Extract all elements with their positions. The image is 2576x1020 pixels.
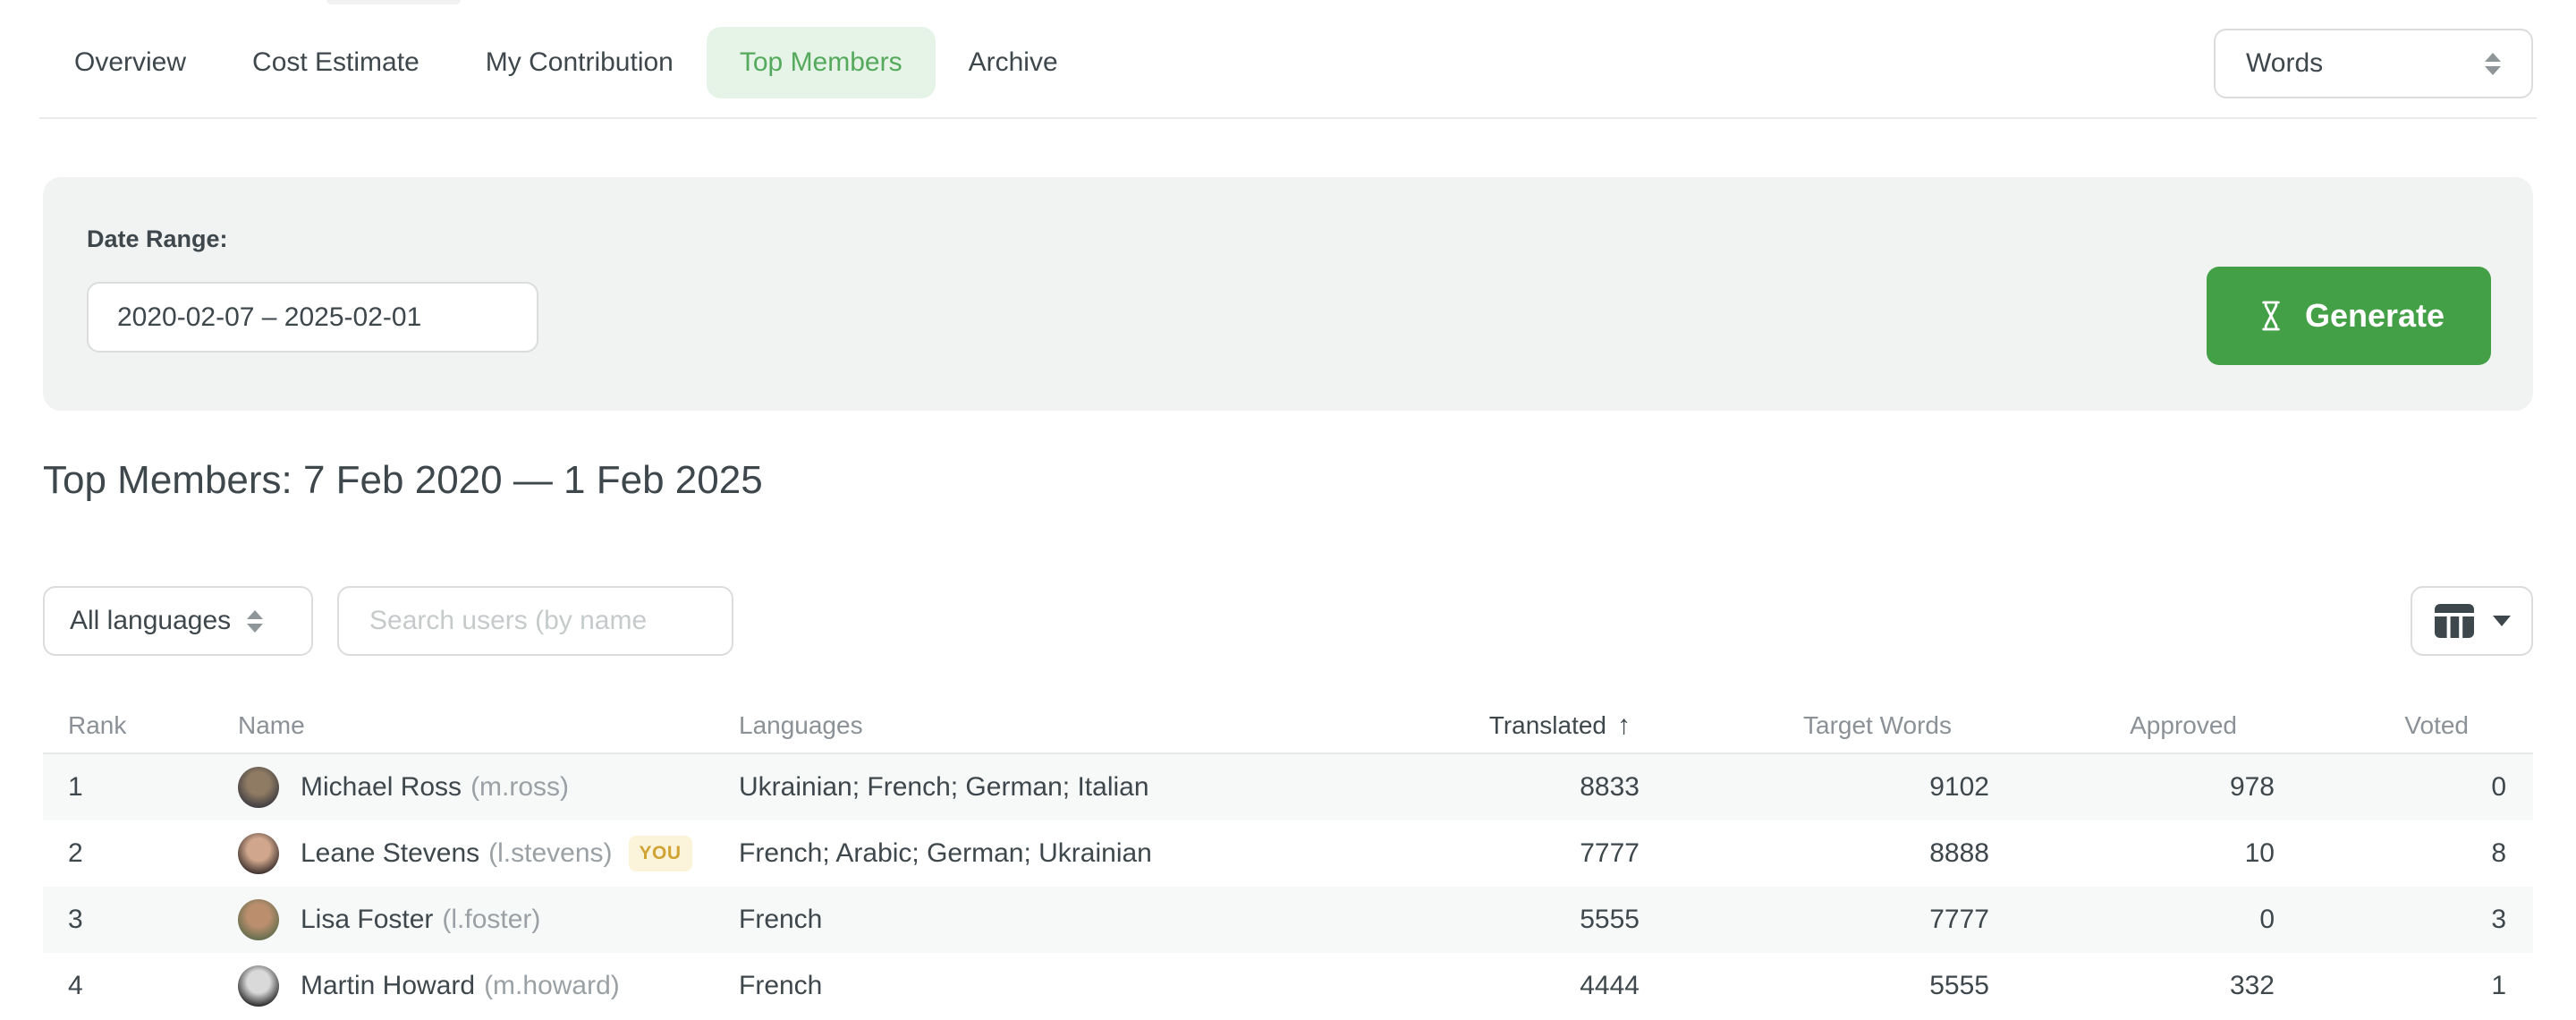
- target-words-cell: 5555: [1648, 971, 1998, 1001]
- rank-cell: 4: [43, 971, 213, 1001]
- avatar: [238, 899, 279, 940]
- translated-cell: 7777: [1261, 838, 1648, 869]
- avatar: [238, 833, 279, 874]
- table-row[interactable]: 4 Martin Howard (m.howard) French 4444 5…: [43, 953, 2533, 1019]
- languages-cell: French: [714, 971, 1261, 1001]
- approved-cell: 332: [1998, 971, 2284, 1001]
- page-title: Top Members: 7 Feb 2020 — 1 Feb 2025: [43, 458, 763, 503]
- column-header-approved[interactable]: Approved: [1998, 711, 2284, 740]
- name-cell: Michael Ross (m.ross): [213, 767, 714, 808]
- top-members-table: Rank Name Languages Translated ↑ Target …: [43, 698, 2533, 1019]
- voted-cell: 0: [2284, 772, 2533, 803]
- avatar: [238, 767, 279, 808]
- user-login: (l.foster): [442, 905, 540, 935]
- clipped-element-fragment: [326, 0, 461, 4]
- tabbar-divider: [39, 117, 2537, 119]
- user-name[interactable]: Leane Stevens: [301, 838, 479, 869]
- name-cell: Lisa Foster (l.foster): [213, 899, 714, 940]
- unit-selector-dropdown[interactable]: Words: [2214, 29, 2533, 98]
- date-range-input[interactable]: [87, 282, 538, 353]
- report-generator-panel: Date Range: Generate: [43, 177, 2533, 411]
- column-header-target-words[interactable]: Target Words: [1648, 711, 1998, 740]
- target-words-cell: 7777: [1648, 905, 1998, 935]
- tab-overview[interactable]: Overview: [41, 27, 219, 98]
- rank-cell: 3: [43, 905, 213, 935]
- voted-cell: 1: [2284, 971, 2533, 1001]
- top-members-report-page: Overview Cost Estimate My Contribution T…: [0, 0, 2576, 1020]
- tab-top-members[interactable]: Top Members: [707, 27, 936, 98]
- select-arrows-icon: [247, 610, 263, 633]
- report-tabs: Overview Cost Estimate My Contribution T…: [41, 27, 1091, 98]
- approved-cell: 10: [1998, 838, 2284, 869]
- target-words-cell: 8888: [1648, 838, 1998, 869]
- translated-cell: 8833: [1261, 772, 1648, 803]
- rank-cell: 2: [43, 838, 213, 869]
- table-row[interactable]: 1 Michael Ross (m.ross) Ukrainian; Frenc…: [43, 754, 2533, 820]
- translated-cell: 4444: [1261, 971, 1648, 1001]
- column-header-languages[interactable]: Languages: [714, 711, 1261, 740]
- languages-cell: French: [714, 905, 1261, 935]
- column-header-rank[interactable]: Rank: [43, 711, 213, 740]
- generate-button-label: Generate: [2305, 297, 2445, 335]
- column-header-translated-label: Translated: [1489, 711, 1606, 740]
- language-filter-value: All languages: [70, 606, 231, 636]
- languages-cell: Ukrainian; French; German; Italian: [714, 772, 1261, 803]
- languages-cell: French; Arabic; German; Ukrainian: [714, 838, 1261, 869]
- sort-ascending-icon: ↑: [1617, 710, 1631, 741]
- column-header-translated[interactable]: Translated ↑: [1261, 710, 1648, 741]
- voted-cell: 3: [2284, 905, 2533, 935]
- voted-cell: 8: [2284, 838, 2533, 869]
- user-name[interactable]: Lisa Foster: [301, 905, 433, 935]
- table-row[interactable]: 3 Lisa Foster (l.foster) French 5555 777…: [43, 887, 2533, 953]
- generate-button[interactable]: Generate: [2207, 267, 2491, 365]
- approved-cell: 978: [1998, 772, 2284, 803]
- user-login: (m.ross): [470, 772, 569, 803]
- table-row[interactable]: 2 Leane Stevens (l.stevens) YOU French; …: [43, 820, 2533, 887]
- caret-down-icon: [2493, 616, 2511, 626]
- approved-cell: 0: [1998, 905, 2284, 935]
- tab-cost-estimate[interactable]: Cost Estimate: [219, 27, 453, 98]
- name-cell: Martin Howard (m.howard): [213, 965, 714, 1007]
- table-columns-icon: [2434, 603, 2475, 639]
- tab-archive[interactable]: Archive: [936, 27, 1091, 98]
- translated-cell: 5555: [1261, 905, 1648, 935]
- rank-cell: 1: [43, 772, 213, 803]
- user-login: (m.howard): [484, 971, 620, 1001]
- avatar: [238, 965, 279, 1007]
- column-header-name[interactable]: Name: [213, 711, 714, 740]
- tab-my-contribution[interactable]: My Contribution: [453, 27, 707, 98]
- you-badge: YOU: [629, 836, 692, 871]
- search-users-input[interactable]: [337, 586, 733, 656]
- select-arrows-icon: [2485, 53, 2501, 75]
- name-cell: Leane Stevens (l.stevens) YOU: [213, 833, 714, 874]
- target-words-cell: 9102: [1648, 772, 1998, 803]
- column-header-voted[interactable]: Voted: [2284, 711, 2533, 740]
- user-name[interactable]: Martin Howard: [301, 971, 475, 1001]
- date-range-label: Date Range:: [87, 225, 228, 253]
- language-filter-dropdown[interactable]: All languages: [43, 586, 313, 656]
- user-name[interactable]: Michael Ross: [301, 772, 462, 803]
- unit-selector-value: Words: [2246, 48, 2485, 79]
- table-header-row: Rank Name Languages Translated ↑ Target …: [43, 698, 2533, 754]
- column-settings-button[interactable]: [2411, 586, 2533, 656]
- hourglass-icon: [2253, 298, 2289, 334]
- user-login: (l.stevens): [488, 838, 612, 869]
- table-filters: All languages: [43, 586, 2533, 656]
